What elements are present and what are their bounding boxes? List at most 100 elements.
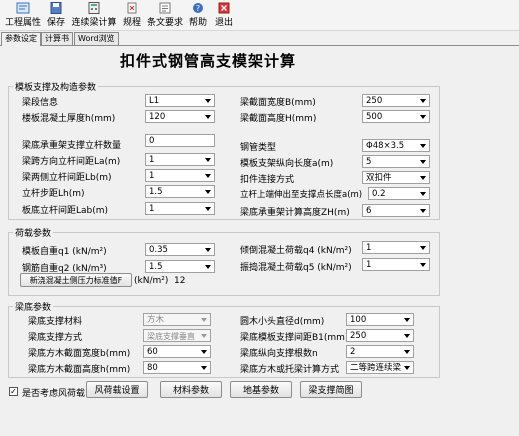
total-height-select[interactable]: 6: [362, 204, 430, 217]
support-spacing-label: 梁底模板支撑间距B1(mm): [240, 333, 349, 343]
svg-text:?: ?: [196, 4, 200, 13]
chevron-down-icon: [201, 350, 207, 354]
help-icon: ?: [193, 3, 203, 13]
timber-width-value: 60: [147, 347, 158, 357]
slab-pole-select[interactable]: 1: [145, 202, 215, 215]
beam-height-select[interactable]: 500: [362, 110, 430, 123]
material-select[interactable]: 方木: [143, 313, 211, 326]
slab-thickness-select[interactable]: 120: [145, 110, 215, 123]
wind-settings-button[interactable]: 风荷载设置: [86, 381, 148, 398]
rebar-weight-select[interactable]: 1.5: [145, 260, 215, 273]
toolbar-code-button[interactable]: 规程: [120, 2, 144, 28]
chevron-down-icon: [404, 366, 410, 370]
chevron-down-icon: [201, 318, 207, 322]
round-dia-label: 圆木小头直径d(mm): [240, 317, 325, 327]
toolbar-clause-button[interactable]: 条文要求: [147, 2, 183, 28]
chevron-down-icon: [420, 192, 426, 196]
support-diagram-button[interactable]: 梁支撑简图: [300, 381, 362, 398]
check-icon: ✓: [10, 387, 17, 396]
toolbar-code-label: 规程: [122, 18, 141, 28]
tab-calculation-report[interactable]: 计算书: [41, 32, 73, 45]
support-method-select[interactable]: 梁底支撑垂直: [143, 329, 211, 342]
rebar-weight-value: 1.5: [149, 262, 163, 272]
chevron-down-icon: [205, 248, 211, 252]
beam-width-value: 250: [366, 96, 383, 106]
toolbar-exit-label: 退出: [214, 18, 233, 28]
chevron-down-icon: [205, 99, 211, 103]
chevron-down-icon: [404, 318, 410, 322]
self-weight-label: 模板自重q1 (kN/m²): [22, 247, 107, 257]
extend-select[interactable]: 0.2: [368, 187, 430, 200]
support-count-value: 2: [350, 347, 356, 357]
page-title: 扣件式钢管高支模架计算: [120, 52, 297, 70]
chevron-down-icon: [420, 246, 426, 250]
beam-bottom-poles-input[interactable]: 0: [145, 134, 215, 147]
self-weight-select[interactable]: 0.35: [145, 243, 215, 256]
tab-parameters[interactable]: 参数设定: [1, 32, 41, 46]
span-la-select[interactable]: 1: [145, 153, 215, 166]
fastener-select[interactable]: 双扣件: [362, 171, 430, 184]
beam-info-select[interactable]: L1: [145, 94, 215, 107]
fastener-label: 扣件连接方式: [240, 175, 295, 185]
toolbar-project-button[interactable]: 工程属性: [3, 2, 43, 28]
chevron-down-icon: [201, 334, 207, 338]
support-spacing-select[interactable]: 250: [346, 329, 414, 342]
step-lh-value: 1.5: [149, 187, 163, 197]
slab-pole-label: 板底立杆间距Lab(m): [22, 206, 109, 216]
beam-info-label: 梁段信息: [22, 98, 59, 108]
toolbar: 工程属性 保存 连续梁计算 规程 条文要求 ? 帮助 退出: [0, 0, 519, 31]
timber-height-value: 80: [147, 363, 158, 373]
support-length-label: 模板支架纵向长度a(m): [240, 159, 334, 169]
project-icon: [16, 2, 30, 14]
beam-width-select[interactable]: 250: [362, 94, 430, 107]
toolbar-continuous-beam-label: 连续梁计算: [71, 18, 117, 28]
clause-icon: [159, 2, 171, 14]
material-value: 方木: [147, 315, 165, 325]
beam-info-value: L1: [149, 96, 160, 106]
timber-height-label: 梁底方木截面高度h(mm): [28, 365, 131, 375]
total-height-label: 梁底承重架计算高度ZH(m): [240, 208, 350, 218]
chevron-down-icon: [420, 115, 426, 119]
chevron-down-icon: [420, 209, 426, 213]
toolbar-exit-button[interactable]: 退出: [212, 2, 236, 28]
foundation-params-button[interactable]: 地基参数: [230, 381, 292, 398]
side-lb-select[interactable]: 1: [145, 169, 215, 182]
step-lh-select[interactable]: 1.5: [145, 185, 215, 198]
support-length-value: 5: [366, 157, 372, 167]
support-length-select[interactable]: 5: [362, 155, 430, 168]
chevron-down-icon: [205, 115, 211, 119]
material-params-button[interactable]: 材料参数: [160, 381, 222, 398]
pour-load-select[interactable]: 1: [362, 241, 430, 254]
toolbar-save-label: 保存: [46, 18, 65, 28]
toolbar-help-button[interactable]: ? 帮助: [186, 2, 210, 28]
chevron-down-icon: [205, 158, 211, 162]
toolbar-continuous-beam-button[interactable]: 连续梁计算: [70, 2, 118, 28]
material-label: 梁底支撑材料: [28, 317, 83, 327]
support-method-value: 梁底支撑垂直: [147, 332, 195, 341]
vibrate-load-label: 振捣混凝土荷载q5 (kN/m²): [240, 263, 352, 273]
span-la-value: 1: [149, 155, 155, 165]
toolbar-save-button[interactable]: 保存: [45, 2, 67, 28]
calc-method-select[interactable]: 二等跨连续梁: [346, 361, 414, 374]
chevron-down-icon: [420, 144, 426, 148]
beam-width-label: 梁截面宽度B(mm): [240, 98, 316, 108]
extend-label: 立杆上端伸出至支撑点长度a(m): [240, 190, 363, 200]
calc-icon: [88, 2, 100, 14]
lateral-pressure-button[interactable]: 新浇混凝土侧压力标准值F: [20, 273, 132, 287]
formwork-group-title: 模板支撑及构造参数: [15, 83, 97, 93]
toolbar-help-label: 帮助: [188, 18, 207, 28]
timber-width-select[interactable]: 60: [143, 345, 211, 358]
span-la-label: 梁跨方向立杆间距La(m): [22, 157, 121, 167]
wind-load-checkbox[interactable]: ✓: [9, 387, 18, 396]
chevron-down-icon: [420, 160, 426, 164]
round-dia-select[interactable]: 100: [346, 313, 414, 326]
side-lb-value: 1: [149, 171, 155, 181]
support-count-select[interactable]: 2: [346, 345, 414, 358]
timber-height-select[interactable]: 80: [143, 361, 211, 374]
pour-load-label: 倾倒混凝土荷载q4 (kN/m²): [240, 246, 352, 256]
vibrate-load-select[interactable]: 1: [362, 258, 430, 271]
chevron-down-icon: [205, 207, 211, 211]
pipe-type-select[interactable]: Φ48×3.5: [362, 139, 430, 152]
step-lh-label: 立杆步距Lh(m): [22, 189, 85, 199]
tab-word-view[interactable]: Word浏览: [74, 32, 119, 45]
